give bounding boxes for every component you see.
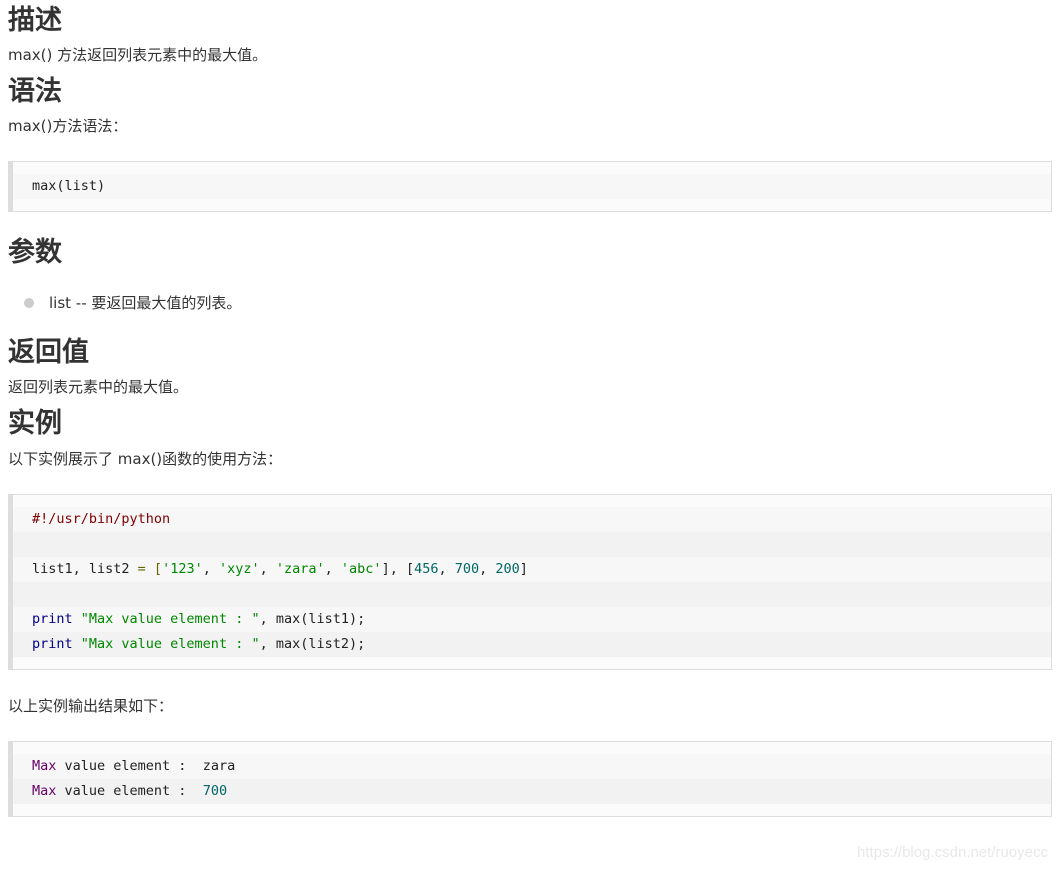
watermark: https://blog.csdn.net/ruoyecc <box>857 844 1048 861</box>
heading-parameters: 参数 <box>8 237 62 268</box>
code-line: #!/usr/bin/python <box>13 507 1051 532</box>
return-value-text: 返回列表元素中的最大值。 <box>8 378 189 396</box>
code-line <box>13 532 1051 557</box>
output-intro-text: 以上实例输出结果如下： <box>8 697 174 715</box>
parameter-text: list -- 要返回最大值的列表。 <box>49 294 242 312</box>
syntax-code-block: max(list) <box>8 161 1052 212</box>
parameter-list: list -- 要返回最大值的列表。 <box>8 291 1052 315</box>
code-line: print "Max value element : ", max(list1)… <box>13 607 1051 632</box>
code-line: list1, list2 = ['123', 'xyz', 'zara', 'a… <box>13 557 1051 582</box>
code-line: max(list) <box>13 174 1051 199</box>
heading-syntax: 语法 <box>8 76 62 107</box>
example-code-block: #!/usr/bin/python list1, list2 = ['123',… <box>8 494 1052 670</box>
code-line: Max value element : 700 <box>13 779 1051 804</box>
article-content: 描述 max() 方法返回列表元素中的最大值。 语法 max()方法语法： ma… <box>8 0 1052 817</box>
code-line: print "Max value element : ", max(list2)… <box>13 632 1051 657</box>
description-text: max() 方法返回列表元素中的最大值。 <box>8 46 268 64</box>
heading-return-value: 返回值 <box>8 337 89 368</box>
example-text: 以下实例展示了 max()函数的使用方法： <box>8 450 283 468</box>
code-line <box>13 582 1051 607</box>
heading-description: 描述 <box>8 5 62 36</box>
bullet-icon <box>24 298 34 308</box>
syntax-text: max()方法语法： <box>8 117 128 135</box>
heading-example: 实例 <box>8 408 62 439</box>
output-code-block: Max value element : zara Max value eleme… <box>8 741 1052 817</box>
code-line: Max value element : zara <box>13 754 1051 779</box>
list-item: list -- 要返回最大值的列表。 <box>8 291 1052 315</box>
